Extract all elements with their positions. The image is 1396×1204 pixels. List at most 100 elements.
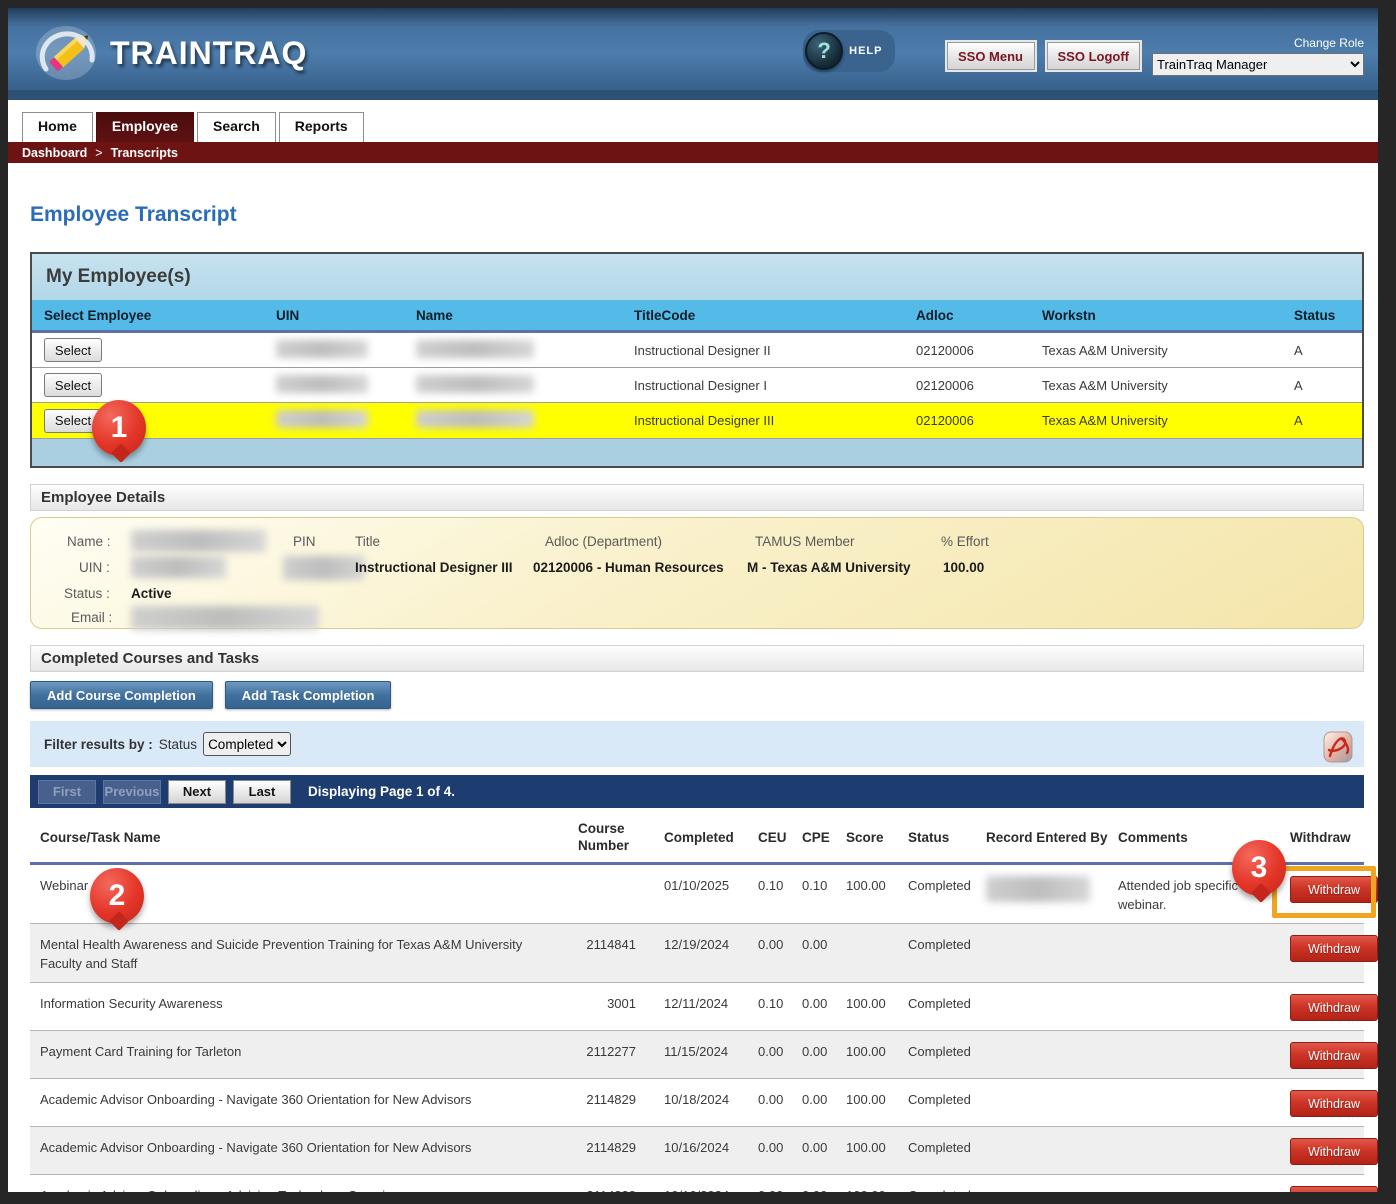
emp-col-header: Select Employee	[32, 308, 264, 323]
add-course-completion-button[interactable]: Add Course Completion	[30, 681, 213, 709]
tab-employee[interactable]: Employee	[96, 112, 194, 142]
course-cell-number: 2114828	[554, 1175, 654, 1192]
next-page-button[interactable]: Next	[168, 780, 226, 804]
course-cell-record-entered-by	[976, 924, 1108, 982]
course-row: Webinar01/10/20250.100.10100.00Completed…	[30, 865, 1364, 924]
emp-cell-title-code: Instructional Designer II	[622, 343, 904, 358]
redacted-name	[416, 410, 534, 428]
effort-label: % Effort	[941, 534, 989, 549]
course-cell-score: 100.00	[836, 1031, 898, 1078]
course-cell-withdraw: Withdraw	[1280, 865, 1378, 923]
breadcrumb-dashboard[interactable]: Dashboard	[22, 146, 87, 160]
course-cell-number: 2114829	[554, 1079, 654, 1126]
course-cell-withdraw: Withdraw	[1280, 983, 1378, 1030]
course-cell-score: 100.00	[836, 1175, 898, 1192]
status-filter-label: Status	[159, 737, 197, 752]
emp-col-header: TitleCode	[622, 308, 904, 323]
course-cell-status: Completed	[898, 924, 976, 982]
sso-logoff-button[interactable]: SSO Logoff	[1047, 42, 1141, 70]
course-cell-comments	[1108, 924, 1280, 982]
withdraw-button[interactable]: Withdraw	[1290, 1186, 1378, 1192]
emp-cell-workstn: Texas A&M University	[1030, 378, 1282, 393]
course-cell-completed: 10/16/2024	[654, 1127, 748, 1174]
tab-home[interactable]: Home	[22, 112, 93, 142]
course-row: Mental Health Awareness and Suicide Prev…	[30, 924, 1364, 983]
redacted-name	[131, 530, 266, 552]
select-employee-button[interactable]: Select	[44, 373, 102, 397]
course-row: Academic Advisor Onboarding - Navigate 3…	[30, 1079, 1364, 1127]
course-cell-name: Information Security Awareness	[30, 983, 554, 1030]
withdraw-button[interactable]: Withdraw	[1290, 994, 1378, 1021]
employee-details-heading: Employee Details	[30, 484, 1364, 511]
emp-cell-status: A	[1282, 413, 1362, 428]
course-cell-score: 100.00	[836, 1079, 898, 1126]
help-button[interactable]: ? HELP	[803, 30, 894, 72]
course-col-header: CPE	[792, 829, 836, 846]
status-filter-select[interactable]: Completed	[203, 732, 291, 756]
change-role-label: Change Role	[1294, 36, 1364, 50]
title-label: Title	[355, 534, 380, 549]
effort-value: 100.00	[943, 560, 984, 575]
course-col-header: CEU	[748, 829, 792, 846]
breadcrumb-transcripts[interactable]: Transcripts	[111, 146, 178, 160]
course-col-header: Status	[898, 829, 976, 846]
course-cell-cpe: 0.00	[792, 924, 836, 982]
course-cell-withdraw: Withdraw	[1280, 1175, 1378, 1192]
redacted-name	[416, 340, 534, 358]
status-label: Status :	[64, 586, 110, 601]
tab-search[interactable]: Search	[197, 112, 276, 142]
pin-label: PIN	[293, 534, 316, 549]
uin-label: UIN :	[79, 560, 110, 575]
add-task-completion-button[interactable]: Add Task Completion	[225, 681, 392, 709]
emp-cell-adloc: 02120006	[904, 413, 1030, 428]
course-cell-record-entered-by	[976, 865, 1108, 923]
course-cell-cpe: 0.00	[792, 1127, 836, 1174]
course-cell-completed: 10/16/2024	[654, 1175, 748, 1192]
course-cell-number	[554, 865, 654, 923]
course-cell-number: 2114841	[554, 924, 654, 982]
annotation-step-1: 1	[92, 400, 146, 456]
select-employee-button[interactable]: Select	[44, 338, 102, 362]
my-employees-title: My Employee(s)	[32, 254, 1362, 300]
course-cell-withdraw: Withdraw	[1280, 1127, 1378, 1174]
email-label: Email :	[71, 610, 112, 625]
page-title: Employee Transcript	[30, 203, 1378, 227]
course-cell-score: 100.00	[836, 865, 898, 923]
emp-col-header: Name	[404, 308, 622, 323]
last-page-button[interactable]: Last	[233, 780, 291, 804]
withdraw-button[interactable]: Withdraw	[1290, 1042, 1378, 1069]
course-cell-comments	[1108, 983, 1280, 1030]
first-page-button[interactable]: First	[38, 780, 96, 804]
course-cell-ceu: 0.00	[748, 924, 792, 982]
sso-menu-button[interactable]: SSO Menu	[947, 42, 1035, 70]
emp-col-header: Adloc	[904, 308, 1030, 323]
role-select[interactable]: TrainTraq Manager	[1152, 53, 1364, 76]
emp-col-header: UIN	[264, 308, 404, 323]
withdraw-button[interactable]: Withdraw	[1290, 1090, 1378, 1117]
course-cell-ceu: 0.10	[748, 865, 792, 923]
withdraw-button[interactable]: Withdraw	[1290, 935, 1378, 962]
course-cell-ceu: 0.00	[748, 1031, 792, 1078]
course-col-header: Completed	[654, 829, 748, 846]
course-cell-status: Completed	[898, 1031, 976, 1078]
adloc-label: Adloc (Department)	[545, 534, 662, 549]
withdraw-button[interactable]: Withdraw	[1290, 1138, 1378, 1165]
withdraw-button[interactable]: Withdraw	[1290, 876, 1378, 903]
course-row: Payment Card Training for Tarleton211227…	[30, 1031, 1364, 1079]
redacted-record-entered-by	[986, 876, 1090, 902]
traintraq-page: TRAINTRAQ ? HELP SSO Menu SSO Logoff Cha…	[8, 8, 1378, 1192]
filter-bar: Filter results by : Status Completed	[30, 721, 1364, 767]
employee-details-panel: Name : UIN : Status : Email : Active PIN…	[30, 517, 1364, 629]
course-cell-completed: 11/15/2024	[654, 1031, 748, 1078]
tab-reports[interactable]: Reports	[279, 112, 364, 142]
course-row: Academic Advisor Onboarding - Navigate 3…	[30, 1127, 1364, 1175]
course-cell-completed: 10/18/2024	[654, 1079, 748, 1126]
tamus-member-value: M - Texas A&M University	[747, 560, 911, 575]
adloc-value: 02120006 - Human Resources	[533, 560, 724, 575]
emp-cell-workstn: Texas A&M University	[1030, 343, 1282, 358]
course-cell-status: Completed	[898, 1175, 976, 1192]
previous-page-button[interactable]: Previous	[103, 780, 161, 804]
pdf-export-icon[interactable]	[1320, 729, 1356, 767]
course-cell-cpe: 0.00	[792, 983, 836, 1030]
course-col-header: Withdraw	[1280, 829, 1364, 846]
